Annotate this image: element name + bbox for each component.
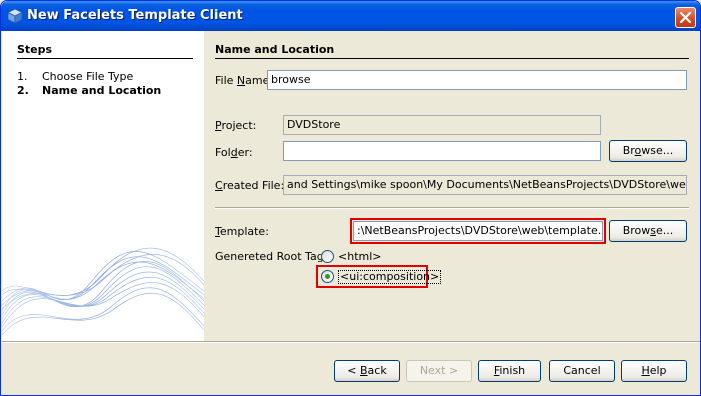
decorative-waves-image	[2, 247, 204, 336]
section-title: Name and Location	[215, 43, 335, 56]
button-label: e...	[656, 224, 674, 237]
cancel-button[interactable]: Cancel	[549, 360, 615, 382]
folder-browse-button[interactable]: Browse...	[609, 140, 687, 162]
label-text: roject:	[221, 119, 257, 132]
steps-panel: Steps 1. Choose File Type 2. Name and Loca…	[2, 31, 204, 341]
step-choose-file-type: 1. Choose File Type	[17, 70, 133, 83]
section-separator	[215, 207, 689, 209]
netbeans-cube-icon	[7, 8, 23, 24]
project-label: Project:	[215, 119, 256, 132]
file-name-label: File Name:	[215, 74, 273, 87]
step-number: 1.	[17, 70, 28, 83]
step-label: Choose File Type	[42, 70, 134, 83]
template-highlight-box	[350, 218, 606, 244]
radio-html-label[interactable]: <html>	[338, 250, 382, 263]
button-label: wse...	[641, 144, 674, 157]
step-label: Name and Location	[42, 84, 162, 97]
template-browse-button[interactable]: Browse...	[609, 220, 687, 242]
mnemonic-letter: C	[215, 179, 223, 192]
title-bar[interactable]: New Facelets Template Client	[1, 1, 700, 31]
button-label: Brow	[622, 224, 651, 237]
dialog-window: New Facelets Template Client Steps 1. Cho…	[0, 0, 701, 396]
finish-button[interactable]: Finish	[478, 360, 541, 382]
label-text: er:	[237, 146, 253, 159]
close-icon	[679, 11, 692, 24]
close-button[interactable]	[675, 7, 696, 28]
mnemonic-letter: d	[230, 146, 238, 159]
project-field: DVDStore	[283, 115, 601, 135]
folder-label: Folder:	[215, 146, 253, 159]
step-number: 2.	[17, 84, 29, 97]
next-button[interactable]: Next >	[406, 360, 472, 382]
mnemonic-letter: N	[236, 74, 246, 87]
back-button[interactable]: < Back	[334, 360, 400, 382]
template-label: Template:	[215, 225, 269, 238]
radio-ui-composition-label[interactable]: <ui:composition>	[338, 270, 442, 284]
step-name-and-location: 2. Name and Location	[17, 84, 161, 97]
name-location-panel: Name and Location File Name: browse Proj…	[204, 31, 700, 341]
created-file-label: Created File:	[215, 179, 284, 192]
button-label: <	[347, 364, 360, 377]
steps-divider	[17, 58, 193, 59]
footer-divider	[2, 341, 700, 343]
button-label: elp	[649, 364, 667, 377]
mnemonic-letter: H	[641, 364, 650, 377]
section-divider	[215, 58, 689, 59]
help-button[interactable]: Help	[621, 360, 687, 382]
folder-input[interactable]	[283, 141, 601, 161]
button-label: ack	[367, 364, 387, 377]
mnemonic-letter: B	[360, 364, 368, 377]
steps-title: Steps	[17, 43, 53, 56]
radio-html[interactable]	[321, 250, 334, 263]
radio-ui-composition[interactable]	[321, 270, 334, 283]
window-title: New Facelets Template Client	[27, 8, 243, 23]
root-tag-label: Genereted Root Tag:	[215, 250, 328, 263]
label-text: File	[215, 74, 237, 87]
created-file-field: and Settings\mike spoon\My Documents\Net…	[283, 175, 687, 195]
label-text: emplate:	[219, 225, 269, 238]
button-label: inish	[499, 364, 526, 377]
button-label: Br	[622, 144, 635, 157]
label-text: Fol	[215, 146, 231, 159]
label-text: reated File:	[222, 179, 285, 192]
file-name-input[interactable]: browse	[267, 70, 687, 90]
